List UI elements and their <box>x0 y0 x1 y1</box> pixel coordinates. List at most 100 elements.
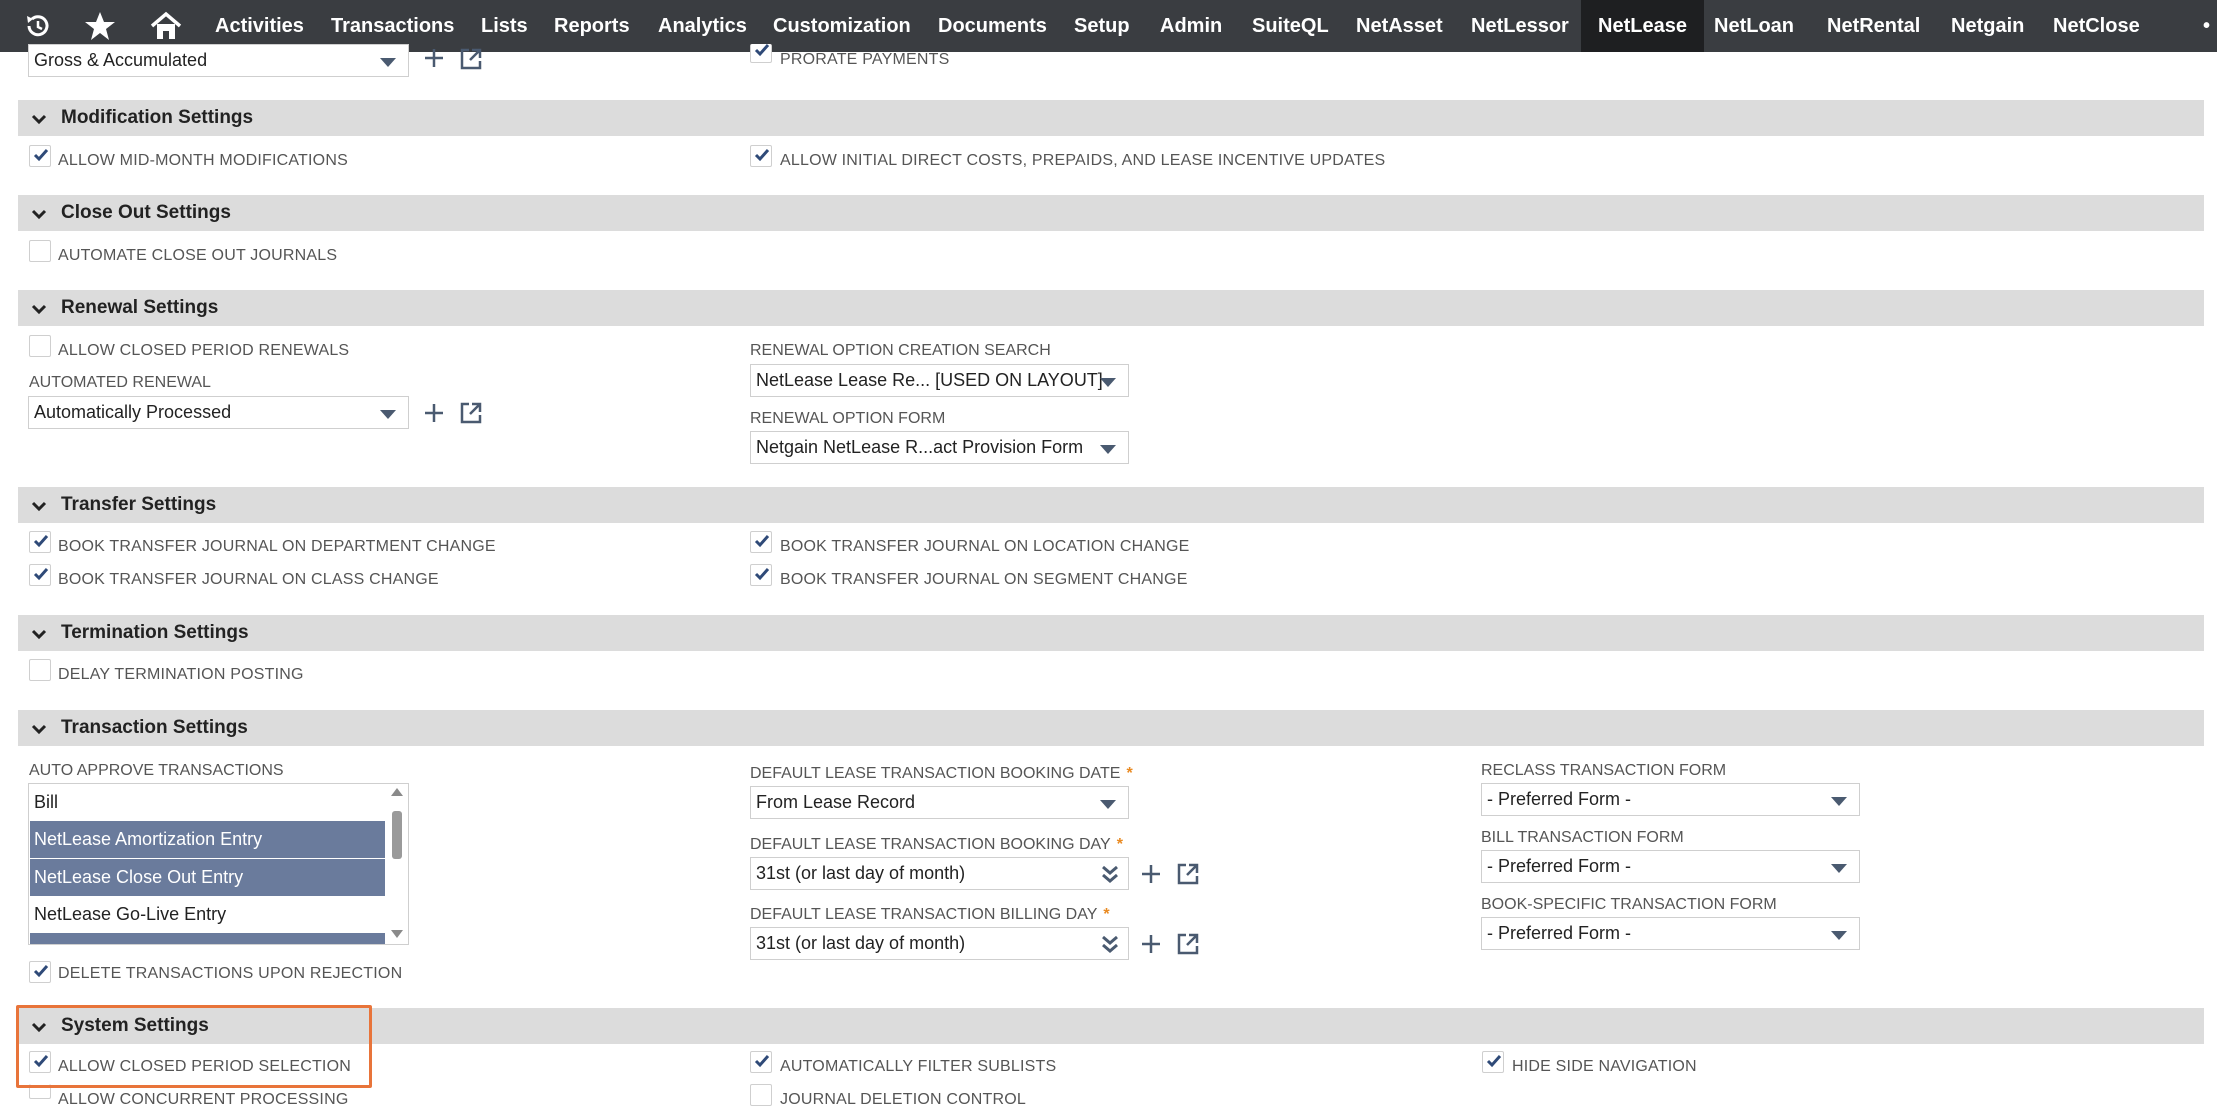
nav-netloan[interactable]: NetLoan <box>1714 0 1794 52</box>
book-transfer-department-label: BOOK TRANSFER JOURNAL ON DEPARTMENT CHAN… <box>58 538 496 555</box>
nav-documents[interactable]: Documents <box>938 0 1047 52</box>
renewal-option-creation-search-select[interactable]: NetLease Lease Re... [USED ON LAYOUT] <box>750 364 1129 397</box>
nav-netlease[interactable]: NetLease <box>1581 0 1704 52</box>
hide-side-navigation-label: HIDE SIDE NAVIGATION <box>1512 1058 1697 1075</box>
automate-close-out-journals-checkbox[interactable] <box>29 240 51 262</box>
nav-analytics[interactable]: Analytics <box>658 0 747 52</box>
open-link-icon[interactable] <box>1176 862 1200 886</box>
book-transfer-class-checkbox[interactable] <box>29 564 51 586</box>
prorate-payments-checkbox[interactable] <box>750 44 772 63</box>
automated-renewal-select[interactable]: Automatically Processed <box>28 396 409 429</box>
allow-initial-direct-costs-label: ALLOW INITIAL DIRECT COSTS, PREPAIDS, AN… <box>780 152 1386 169</box>
book-transfer-class-label: BOOK TRANSFER JOURNAL ON CLASS CHANGE <box>58 571 439 588</box>
journal-deletion-control-label: JOURNAL DELETION CONTROL <box>780 1091 1027 1108</box>
chevron-down-icon <box>1831 931 1847 940</box>
modification-settings-header[interactable]: Modification Settings <box>18 100 2204 136</box>
automate-close-out-journals-label: AUTOMATE CLOSE OUT JOURNALS <box>58 247 338 264</box>
open-link-icon[interactable] <box>1176 932 1200 956</box>
automatically-filter-sublists-label: AUTOMATICALLY FILTER SUBLISTS <box>780 1058 1057 1075</box>
book-transfer-segment-label: BOOK TRANSFER JOURNAL ON SEGMENT CHANGE <box>780 571 1188 588</box>
system-settings-header[interactable]: System Settings <box>18 1008 2204 1044</box>
bill-transaction-form-label: BILL TRANSACTION FORM <box>1481 829 1684 846</box>
chevron-down-icon <box>380 58 396 67</box>
scroll-down-icon[interactable] <box>391 930 403 938</box>
open-link-icon[interactable] <box>459 401 483 425</box>
scroll-thumb[interactable] <box>392 811 402 859</box>
default-billing-day-select[interactable]: 31st (or last day of month) <box>750 927 1129 960</box>
default-booking-day-select[interactable]: 31st (or last day of month) <box>750 857 1129 890</box>
close-out-settings-header[interactable]: Close Out Settings <box>18 195 2204 231</box>
chevron-down-icon <box>31 114 47 125</box>
chevron-down-icon <box>1100 445 1116 454</box>
plus-icon[interactable] <box>1139 932 1163 956</box>
auto-approve-transactions-label: AUTO APPROVE TRANSACTIONS <box>29 762 284 779</box>
delete-transactions-upon-rejection-label: DELETE TRANSACTIONS UPON REJECTION <box>58 965 403 982</box>
nav-netasset[interactable]: NetAsset <box>1356 0 1443 52</box>
book-specific-transaction-form-select[interactable]: - Preferred Form - <box>1481 917 1860 950</box>
renewal-option-form-select[interactable]: Netgain NetLease R...act Provision Form <box>750 431 1129 464</box>
plus-icon[interactable] <box>422 401 446 425</box>
book-transfer-location-checkbox[interactable] <box>750 531 772 553</box>
nav-suiteql[interactable]: SuiteQL <box>1252 0 1329 52</box>
default-billing-day-label: DEFAULT LEASE TRANSACTION BILLING DAY * <box>750 906 1110 924</box>
termination-settings-header[interactable]: Termination Settings <box>18 615 2204 651</box>
nav-netclose[interactable]: NetClose <box>2053 0 2140 52</box>
book-transfer-department-checkbox[interactable] <box>29 531 51 553</box>
depreciation-select[interactable]: Gross & Accumulated <box>28 44 409 77</box>
list-option-selected[interactable] <box>30 933 385 944</box>
list-option[interactable]: NetLease Go-Live Entry <box>30 896 385 933</box>
plus-icon[interactable] <box>422 46 446 70</box>
listbox-scrollbar[interactable] <box>386 784 408 944</box>
default-booking-date-select[interactable]: From Lease Record <box>750 786 1129 819</box>
auto-approve-transactions-listbox[interactable]: Bill NetLease Amortization Entry NetLeas… <box>28 783 409 945</box>
transaction-settings-header[interactable]: Transaction Settings <box>18 710 2204 746</box>
nav-admin[interactable]: Admin <box>1160 0 1222 52</box>
nav-more[interactable]: • <box>2203 0 2210 52</box>
book-specific-transaction-form-label: BOOK-SPECIFIC TRANSACTION FORM <box>1481 896 1777 913</box>
list-option[interactable]: Bill <box>30 784 385 821</box>
nav-netlessor[interactable]: NetLessor <box>1471 0 1569 52</box>
automatically-filter-sublists-checkbox[interactable] <box>750 1051 772 1073</box>
nav-netgain[interactable]: Netgain <box>1951 0 2024 52</box>
plus-icon[interactable] <box>1139 862 1163 886</box>
open-link-icon[interactable] <box>459 47 483 71</box>
recent-records-icon[interactable] <box>20 8 56 44</box>
section-title: Close Out Settings <box>61 202 231 223</box>
chevron-down-icon <box>31 209 47 220</box>
nav-lists[interactable]: Lists <box>481 0 528 52</box>
delay-termination-posting-label: DELAY TERMINATION POSTING <box>58 666 304 683</box>
automated-renewal-label: AUTOMATED RENEWAL <box>29 374 211 391</box>
nav-setup[interactable]: Setup <box>1074 0 1130 52</box>
book-transfer-segment-checkbox[interactable] <box>750 564 772 586</box>
allow-concurrent-processing-checkbox[interactable] <box>29 1084 51 1099</box>
transfer-settings-header[interactable]: Transfer Settings <box>18 487 2204 523</box>
home-icon[interactable] <box>148 8 184 44</box>
section-title: Modification Settings <box>61 107 254 128</box>
chevron-down-icon <box>1831 864 1847 873</box>
delay-termination-posting-checkbox[interactable] <box>29 659 51 681</box>
nav-reports[interactable]: Reports <box>554 0 630 52</box>
allow-closed-period-renewals-label: ALLOW CLOSED PERIOD RENEWALS <box>58 342 350 359</box>
chevron-down-icon <box>380 410 396 419</box>
bill-transaction-form-select[interactable]: - Preferred Form - <box>1481 850 1860 883</box>
default-booking-date-label: DEFAULT LEASE TRANSACTION BOOKING DATE * <box>750 765 1133 783</box>
allow-closed-period-renewals-checkbox[interactable] <box>29 335 51 357</box>
delete-transactions-upon-rejection-checkbox[interactable] <box>29 961 51 983</box>
reclass-transaction-form-label: RECLASS TRANSACTION FORM <box>1481 762 1727 779</box>
required-marker: * <box>1126 765 1133 782</box>
allow-mid-month-modifications-checkbox[interactable] <box>29 145 51 167</box>
allow-closed-period-selection-label: ALLOW CLOSED PERIOD SELECTION <box>58 1058 351 1075</box>
allow-closed-period-selection-checkbox[interactable] <box>29 1051 51 1073</box>
star-icon[interactable] <box>82 8 118 44</box>
hide-side-navigation-checkbox[interactable] <box>1482 1051 1504 1073</box>
nav-netrental[interactable]: NetRental <box>1827 0 1920 52</box>
scroll-up-icon[interactable] <box>391 788 403 796</box>
section-title: Termination Settings <box>61 622 249 643</box>
list-option-selected[interactable]: NetLease Amortization Entry <box>30 821 385 858</box>
allow-initial-direct-costs-checkbox[interactable] <box>750 145 772 167</box>
list-option-selected[interactable]: NetLease Close Out Entry <box>30 859 385 896</box>
nav-customization[interactable]: Customization <box>773 0 911 52</box>
renewal-settings-header[interactable]: Renewal Settings <box>18 290 2204 326</box>
reclass-transaction-form-select[interactable]: - Preferred Form - <box>1481 783 1860 816</box>
journal-deletion-control-checkbox[interactable] <box>750 1084 772 1106</box>
